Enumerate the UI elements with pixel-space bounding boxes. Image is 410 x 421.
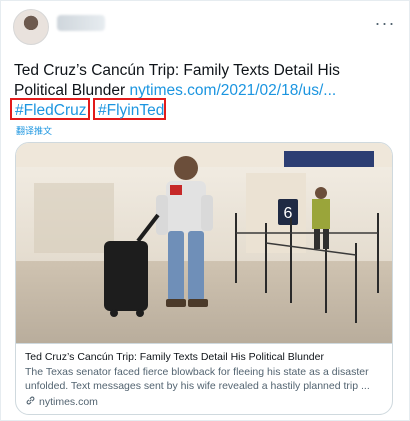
tweet-text: Ted Cruz’s Cancún Trip: Family Texts Det… bbox=[14, 61, 394, 101]
card-title[interactable]: Ted Cruz’s Cancún Trip: Family Texts Det… bbox=[25, 350, 383, 364]
blurred-username[interactable] bbox=[57, 15, 105, 31]
article-photo[interactable]: 6 bbox=[16, 143, 392, 343]
tweet[interactable]: ··· Ted Cruz’s Cancún Trip: Family Texts… bbox=[0, 0, 410, 421]
avatar[interactable] bbox=[13, 9, 49, 45]
hashtag-flyinted[interactable]: #FlyinTed bbox=[93, 98, 166, 120]
card-body: Ted Cruz’s Cancún Trip: Family Texts Det… bbox=[16, 343, 392, 414]
card-domain-text: nytimes.com bbox=[39, 396, 98, 408]
card-domain: nytimes.com bbox=[25, 395, 383, 409]
link-preview-card[interactable]: 6 Ted Cruz’s Cancún Trip: Family Texts D… bbox=[15, 142, 393, 415]
link-icon bbox=[26, 396, 35, 405]
translate-tweet-link[interactable]: 翻译推文 bbox=[16, 124, 52, 137]
more-options-icon[interactable]: ··· bbox=[373, 14, 397, 34]
hashtag-fledcruz[interactable]: #FledCruz bbox=[10, 98, 90, 120]
card-description: The Texas senator faced fierce blowback … bbox=[25, 366, 370, 392]
tweet-header: ··· bbox=[13, 7, 397, 45]
tweet-article-link[interactable]: nytimes.com/2021/02/18/us/... bbox=[129, 82, 336, 99]
